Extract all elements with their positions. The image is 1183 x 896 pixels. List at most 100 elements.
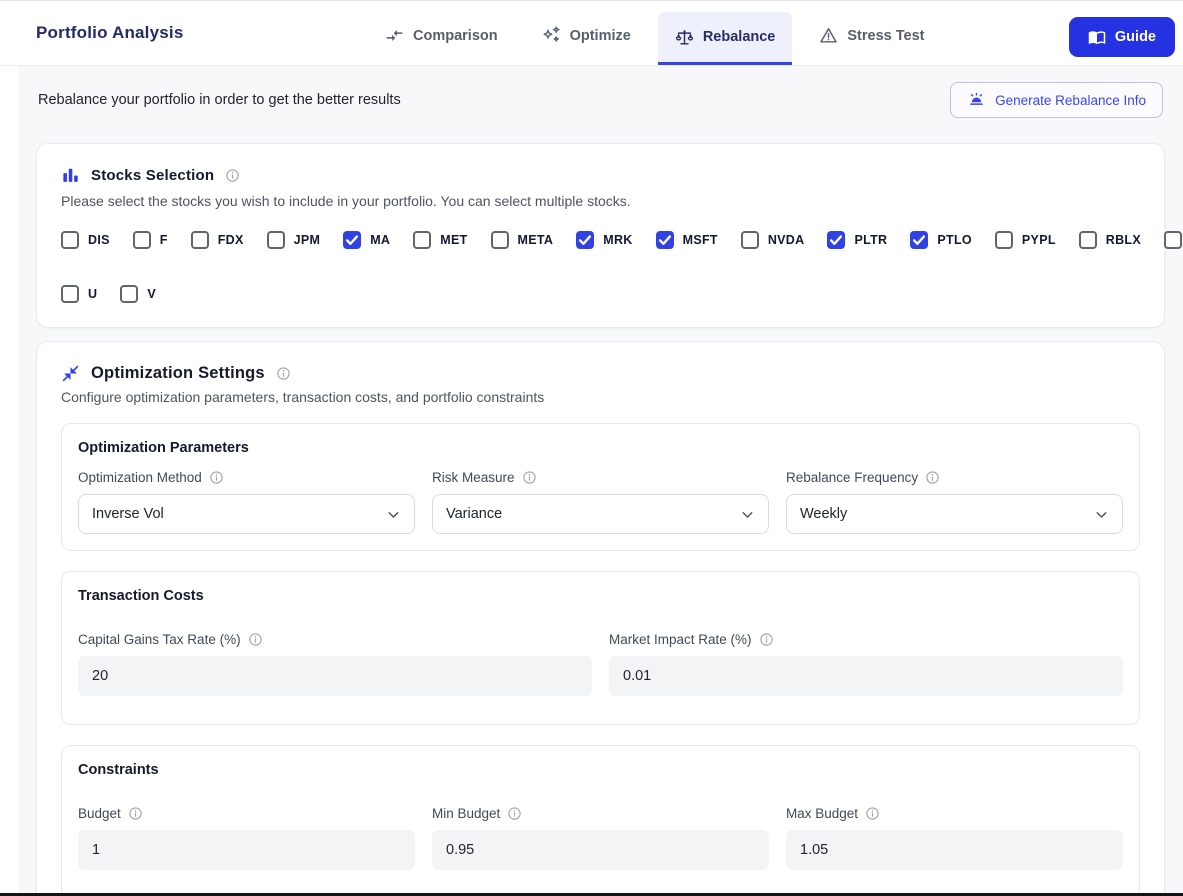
selected-value: Variance <box>446 506 503 522</box>
info-icon[interactable] <box>925 470 940 485</box>
stock-ticker-label: RBLX <box>1105 233 1142 247</box>
risk-measure-select[interactable]: Variance <box>432 494 769 534</box>
min-budget-input[interactable] <box>432 830 769 870</box>
constraints-title: Constraints <box>78 762 159 778</box>
stock-checkbox-item[interactable]: MRK <box>576 231 632 249</box>
checkbox-unchecked[interactable] <box>266 231 285 249</box>
optimization-method-label: Optimization Method <box>78 469 202 485</box>
transaction-costs-section: Transaction Costs Capital Gains Tax Rate… <box>61 571 1140 725</box>
guide-button[interactable]: Guide <box>1068 17 1175 57</box>
stock-ticker-label: DIS <box>88 233 110 247</box>
checkbox-unchecked[interactable] <box>132 231 151 249</box>
constraints-section: Constraints Budget Min Budget <box>61 745 1140 896</box>
checkbox-checked[interactable] <box>827 231 846 249</box>
stocks-row-2: UV <box>61 283 1140 305</box>
checkbox-unchecked[interactable] <box>61 231 79 249</box>
optimization-method-field: Optimization Method Inverse Vol <box>78 468 415 534</box>
stock-checkbox-item[interactable]: PYPL <box>994 231 1056 249</box>
info-icon[interactable] <box>128 806 143 821</box>
stock-checkbox-item[interactable]: MSFT <box>655 231 718 249</box>
checkbox-unchecked[interactable] <box>1078 231 1097 249</box>
checkbox-unchecked[interactable] <box>61 285 79 303</box>
stock-checkbox-item[interactable]: JPM <box>266 231 321 249</box>
stock-ticker-label: F <box>159 233 168 247</box>
info-icon[interactable] <box>522 470 537 485</box>
info-icon[interactable] <box>865 806 880 821</box>
stock-checkbox-item[interactable]: FDX <box>190 231 244 249</box>
optimization-parameters-section: Optimization Parameters Optimization Met… <box>61 423 1140 551</box>
info-icon[interactable] <box>225 168 240 183</box>
checkbox-unchecked[interactable] <box>413 231 432 249</box>
market-impact-input[interactable] <box>609 656 1123 696</box>
checkbox-unchecked[interactable] <box>120 285 139 303</box>
checkbox-unchecked[interactable] <box>740 231 759 249</box>
stock-ticker-label: META <box>517 233 554 247</box>
stock-checkbox-item[interactable]: RBLX <box>1078 231 1142 249</box>
checkbox-checked[interactable] <box>655 231 674 249</box>
optimization-method-select[interactable]: Inverse Vol <box>78 494 415 534</box>
max-budget-input[interactable] <box>786 830 1123 870</box>
stock-ticker-label: PYPL <box>1021 233 1056 247</box>
stock-ticker-label: NVDA <box>767 233 805 247</box>
stock-checkbox-item[interactable]: TSLA <box>1164 231 1183 249</box>
max-budget-field: Max Budget <box>786 804 1123 870</box>
optimization-parameters-title: Optimization Parameters <box>78 440 249 456</box>
stock-checkbox-item[interactable]: META <box>490 231 554 249</box>
stock-checkbox-item[interactable]: V <box>120 285 156 303</box>
generate-rebalance-info-button[interactable]: Generate Rebalance Info <box>950 82 1163 118</box>
rebalance-frequency-select[interactable]: Weekly <box>786 494 1123 534</box>
stock-checkbox-item[interactable]: PTLO <box>910 231 972 249</box>
checkbox-checked[interactable] <box>576 231 595 249</box>
guide-button-label: Guide <box>1114 29 1156 45</box>
checkbox-unchecked[interactable] <box>994 231 1013 249</box>
stock-checkbox-item[interactable]: PLTR <box>827 231 887 249</box>
stock-checkbox-item[interactable]: DIS <box>61 231 110 249</box>
tab-label: Optimize <box>569 27 631 44</box>
rebalance-panel: Rebalance your portfolio in order to get… <box>18 66 1183 896</box>
tab-optimize[interactable]: Optimize <box>525 12 648 62</box>
stock-ticker-label: MRK <box>603 233 633 247</box>
checkbox-unchecked[interactable] <box>190 231 209 249</box>
capital-gains-tax-input[interactable] <box>78 656 592 696</box>
budget-label: Budget <box>78 805 121 821</box>
stock-checkbox-item[interactable]: F <box>132 231 168 249</box>
compress-arrows-icon <box>61 364 80 383</box>
chevron-down-icon <box>1093 506 1110 523</box>
risk-measure-label: Risk Measure <box>432 469 515 485</box>
info-icon[interactable] <box>507 806 522 821</box>
stocks-selection-subtitle: Please select the stocks you wish to inc… <box>61 193 631 209</box>
max-budget-label: Max Budget <box>786 805 859 821</box>
selected-value: Inverse Vol <box>92 506 164 522</box>
stock-ticker-label: FDX <box>217 233 244 247</box>
intro-row: Rebalance your portfolio in order to get… <box>18 80 1183 120</box>
stocks-row-1: DIS F FDX JPM MA MET META MRK MSFT NVDA PLTR PTLO PY… <box>61 229 1183 251</box>
info-icon[interactable] <box>248 632 263 647</box>
stock-ticker-label: JPM <box>293 233 321 247</box>
risk-measure-field: Risk Measure Variance <box>432 468 769 534</box>
sparkles-icon <box>542 26 561 45</box>
rebalance-description: Rebalance your portfolio in order to get… <box>38 92 401 108</box>
stock-checkbox-item[interactable]: MET <box>413 231 467 249</box>
tab-rebalance[interactable]: Rebalance <box>657 12 793 65</box>
warning-triangle-icon <box>819 26 838 45</box>
stock-checkbox-item[interactable]: NVDA <box>740 231 805 249</box>
capital-gains-tax-label: Capital Gains Tax Rate (%) <box>78 631 241 647</box>
checkbox-unchecked[interactable] <box>490 231 509 249</box>
info-icon[interactable] <box>209 470 224 485</box>
chevron-down-icon <box>739 506 756 523</box>
checkbox-checked[interactable] <box>910 231 929 249</box>
info-icon[interactable] <box>759 632 774 647</box>
budget-field: Budget <box>78 804 415 870</box>
transaction-costs-title: Transaction Costs <box>78 588 204 604</box>
stock-checkbox-item[interactable]: MA <box>343 231 390 249</box>
stock-ticker-label: MA <box>370 233 391 247</box>
tab-stress-test[interactable]: Stress Test <box>802 12 941 62</box>
tab-comparison[interactable]: Comparison <box>368 12 515 62</box>
stocks-selection-title: Stocks Selection <box>91 167 215 184</box>
info-icon[interactable] <box>276 366 291 381</box>
rebalance-frequency-field: Rebalance Frequency Weekly <box>786 468 1123 534</box>
budget-input[interactable] <box>78 830 415 870</box>
checkbox-unchecked[interactable] <box>1164 231 1183 249</box>
stock-checkbox-item[interactable]: U <box>61 285 97 303</box>
checkbox-checked[interactable] <box>343 231 362 249</box>
